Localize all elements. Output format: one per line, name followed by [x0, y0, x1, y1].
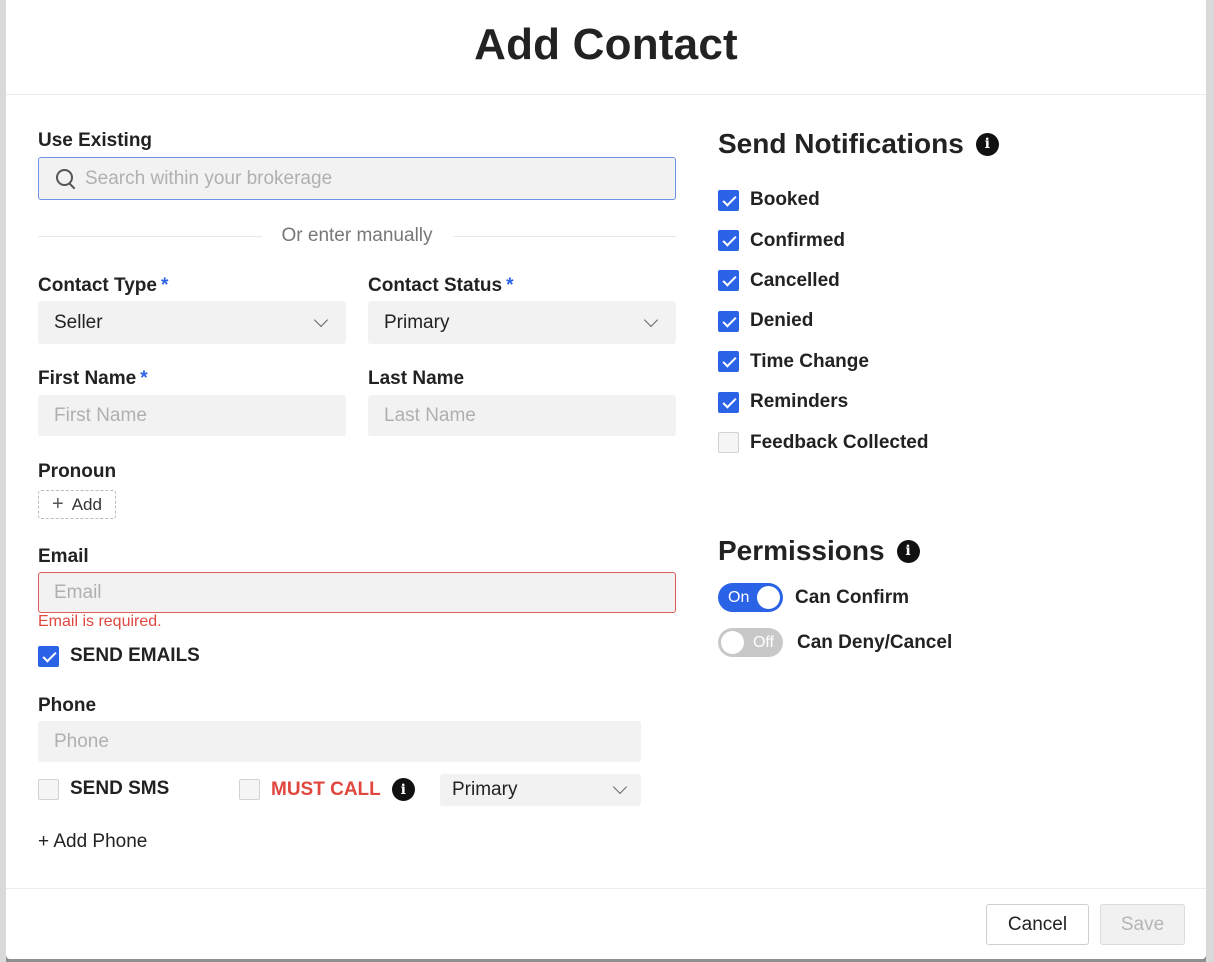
required-mark: *: [506, 275, 514, 296]
phone-field[interactable]: [38, 721, 641, 762]
cancel-button[interactable]: Cancel: [986, 904, 1089, 945]
notification-item-confirmed[interactable]: Confirmed: [718, 220, 928, 260]
send-emails-option[interactable]: SEND EMAILS: [38, 645, 200, 667]
add-pronoun-label: Add: [71, 494, 102, 514]
can-confirm-toggle[interactable]: On: [718, 583, 783, 612]
info-icon[interactable]: i: [896, 539, 920, 563]
notification-label: Booked: [750, 189, 820, 211]
notification-checkbox[interactable]: [718, 189, 739, 211]
first-name-label-text: First Name: [38, 368, 137, 389]
modal-footer: Cancel Save: [6, 888, 1206, 959]
send-sms-label: SEND SMS: [70, 778, 170, 799]
required-mark: *: [140, 368, 148, 389]
send-notifications-heading: Send Notifications i: [718, 128, 999, 160]
notification-label: Feedback Collected: [750, 431, 929, 453]
notification-checkbox[interactable]: [718, 432, 739, 454]
notification-item-time-change[interactable]: Time Change: [718, 342, 928, 382]
contact-type-label-text: Contact Type: [38, 275, 157, 296]
can-confirm-label: Can Confirm: [795, 586, 909, 608]
plus-icon: +: [52, 492, 64, 515]
toggle-knob: [721, 631, 744, 654]
contact-status-value: Primary: [384, 311, 450, 333]
notification-item-feedback-collected[interactable]: Feedback Collected: [718, 422, 928, 462]
add-phone-link[interactable]: + Add Phone: [38, 831, 147, 853]
first-name-label: First Name *: [38, 368, 148, 390]
backdrop-edge-right: [1206, 0, 1214, 962]
chevron-down-icon: [313, 312, 329, 327]
notification-label: Confirmed: [750, 229, 845, 251]
notification-item-denied[interactable]: Denied: [718, 301, 928, 341]
first-name-field[interactable]: [38, 395, 346, 436]
notification-item-reminders[interactable]: Reminders: [718, 382, 928, 422]
permissions-heading: Permissions i: [718, 535, 920, 567]
notification-list: Booked Confirmed Cancelled Denied Time C…: [718, 180, 928, 463]
search-input[interactable]: [85, 167, 675, 190]
phone-type-value: Primary: [452, 779, 518, 800]
permission-can-confirm: On Can Confirm: [718, 583, 909, 612]
divider-text: Or enter manually: [281, 225, 433, 246]
notification-item-booked[interactable]: Booked: [718, 180, 928, 220]
email-error-text: Email is required.: [38, 613, 162, 630]
notification-item-cancelled[interactable]: Cancelled: [718, 261, 928, 301]
pronoun-label: Pronoun: [38, 461, 117, 482]
search-box[interactable]: [38, 157, 676, 200]
must-call-label: MUST CALL: [271, 778, 381, 800]
email-field[interactable]: [38, 572, 676, 613]
can-deny-cancel-label: Can Deny/Cancel: [797, 631, 953, 653]
last-name-field[interactable]: [368, 395, 676, 436]
contact-type-label: Contact Type *: [38, 275, 168, 297]
email-label: Email: [38, 546, 89, 567]
send-emails-label: SEND EMAILS: [70, 645, 200, 666]
save-button[interactable]: Save: [1100, 904, 1185, 945]
can-deny-cancel-toggle[interactable]: Off: [718, 628, 783, 657]
notification-checkbox[interactable]: [718, 270, 739, 292]
contact-status-label: Contact Status *: [368, 275, 513, 297]
add-pronoun-button[interactable]: + Add: [38, 490, 116, 519]
notification-checkbox[interactable]: [718, 310, 739, 332]
contact-status-label-text: Contact Status: [368, 275, 503, 296]
contact-type-value: Seller: [54, 311, 103, 333]
notification-label: Cancelled: [750, 269, 840, 291]
modal-title: Add Contact: [474, 20, 738, 69]
phone-type-select[interactable]: Primary: [440, 774, 641, 806]
notification-label: Time Change: [750, 350, 869, 372]
contact-status-select[interactable]: Primary: [368, 301, 676, 344]
contact-type-select[interactable]: Seller: [38, 301, 346, 344]
notification-checkbox[interactable]: [718, 351, 739, 373]
must-call-option[interactable]: MUST CALL i: [239, 778, 415, 801]
toggle-state-text: Off: [752, 633, 774, 651]
toggle-state-text: On: [728, 588, 750, 606]
send-emails-checkbox[interactable]: [38, 645, 59, 667]
info-icon[interactable]: i: [975, 132, 999, 156]
modal-header: Add Contact: [6, 0, 1206, 95]
send-notifications-title: Send Notifications: [718, 128, 964, 159]
notification-checkbox[interactable]: [718, 391, 739, 413]
last-name-label: Last Name: [368, 368, 465, 389]
notification-label: Reminders: [750, 391, 849, 413]
add-contact-modal: Add Contact Use Existing Or enter manual…: [6, 0, 1206, 959]
notification-label: Denied: [750, 310, 814, 332]
send-sms-checkbox[interactable]: [38, 778, 59, 800]
chevron-down-icon: [612, 779, 628, 795]
phone-label: Phone: [38, 695, 97, 716]
required-mark: *: [160, 275, 169, 296]
toggle-knob: [757, 586, 780, 609]
must-call-checkbox[interactable]: [239, 779, 260, 800]
chevron-down-icon: [643, 312, 659, 327]
permission-can-deny-cancel: Off Can Deny/Cancel: [718, 628, 952, 657]
use-existing-label: Use Existing: [38, 130, 153, 151]
divider-line-left: [38, 235, 262, 237]
search-icon: [55, 168, 77, 190]
info-icon[interactable]: i: [391, 778, 415, 801]
notification-checkbox[interactable]: [718, 230, 739, 252]
permissions-title: Permissions: [718, 535, 885, 566]
manual-entry-divider: Or enter manually: [38, 223, 677, 249]
divider-line-right: [452, 235, 677, 237]
send-sms-option[interactable]: SEND SMS: [38, 778, 169, 800]
